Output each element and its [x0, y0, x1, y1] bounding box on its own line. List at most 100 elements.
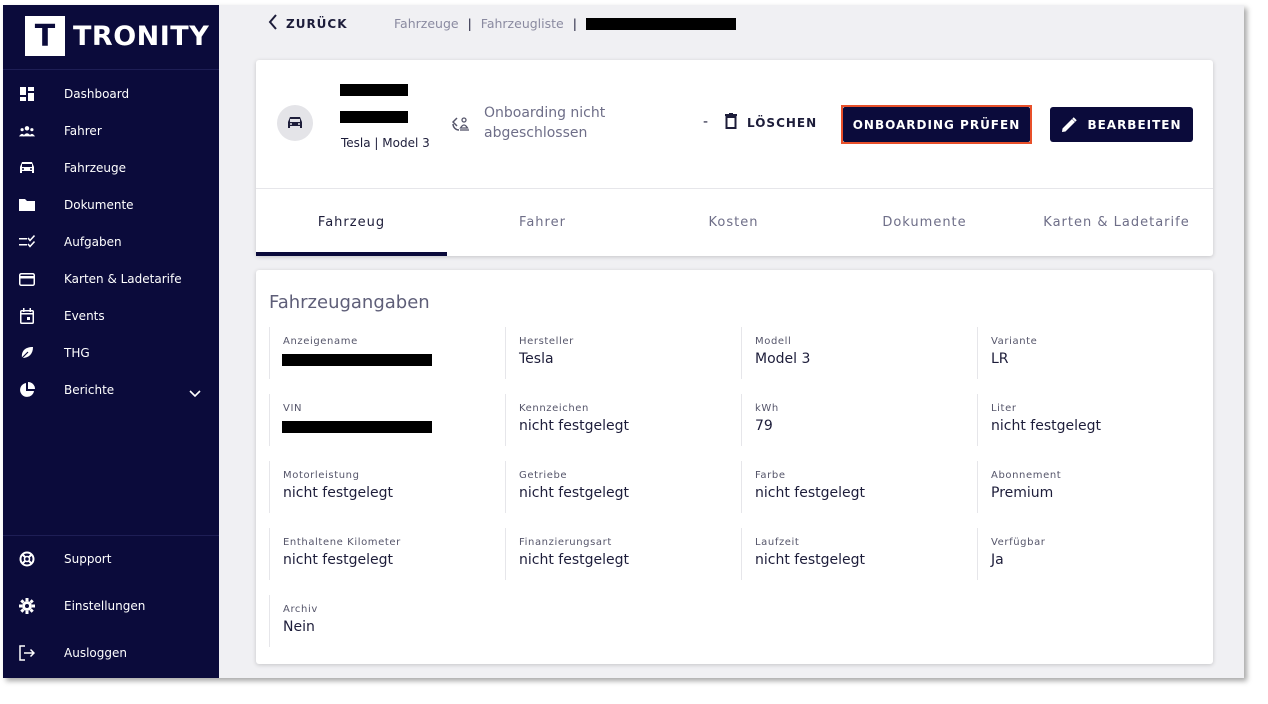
people-icon — [19, 123, 35, 139]
field-verfügbar: Verfügbar Ja — [977, 528, 1207, 580]
back-label: ZURÜCK — [286, 17, 348, 31]
car-icon — [288, 117, 302, 128]
field-label: kWh — [755, 403, 779, 414]
back-button[interactable]: ZURÜCK — [268, 14, 348, 34]
chevron-down-icon[interactable] — [189, 383, 201, 402]
sidebar-item-documents[interactable]: Dokumente — [3, 190, 219, 220]
card-icon — [19, 271, 35, 287]
field-label: Abonnement — [991, 470, 1062, 481]
tab-drivers[interactable]: Fahrer — [447, 189, 638, 256]
logo[interactable]: T TRONITY — [25, 16, 209, 56]
field-finanzierungsart: Finanzierungsart nicht festgelegt — [505, 528, 735, 580]
sidebar-item-label: THG — [64, 346, 90, 360]
sidebar-item-tasks[interactable]: Aufgaben — [3, 227, 219, 257]
field-value: LR — [991, 351, 1009, 367]
main-content: ZURÜCK Fahrzeuge | Fahrzeugliste | Tesla… — [219, 5, 1244, 678]
field-label: Hersteller — [519, 336, 574, 347]
logout-icon — [19, 645, 35, 661]
field-value: nicht festgelegt — [283, 552, 393, 568]
redacted-vehicle-name — [585, 17, 736, 30]
field-label: Kennzeichen — [519, 403, 589, 414]
logo-text: TRONITY — [73, 20, 210, 52]
field-label: Liter — [991, 403, 1017, 414]
field-variante: Variante LR — [977, 327, 1207, 379]
field-value: nicht festgelegt — [991, 418, 1101, 434]
field-vin: VIN — [269, 394, 499, 446]
sidebar-item-label: Karten & Ladetarife — [64, 272, 182, 286]
sidebar-item-label: Support — [64, 552, 112, 566]
breadcrumb: Fahrzeuge | Fahrzeugliste | — [394, 16, 736, 31]
vehicle-subtitle: Tesla | Model 3 — [341, 136, 430, 150]
redacted-title — [340, 111, 408, 123]
redacted-title — [340, 84, 408, 96]
pie-chart-icon — [19, 382, 35, 398]
sidebar-item-drivers[interactable]: Fahrer — [3, 116, 219, 146]
calendar-icon — [19, 308, 35, 324]
sidebar-item-thg[interactable]: THG — [3, 338, 219, 368]
field-value: nicht festgelegt — [283, 485, 393, 501]
sidebar-item-vehicles[interactable]: Fahrzeuge — [3, 153, 219, 183]
edit-button[interactable]: BEARBEITEN — [1050, 107, 1193, 142]
sidebar-item-label: Fahrer — [64, 124, 102, 138]
tab-documents[interactable]: Dokumente — [829, 189, 1020, 256]
chevron-left-icon — [268, 14, 278, 34]
delete-button[interactable]: LÖSCHEN — [725, 113, 817, 133]
field-getriebe: Getriebe nicht festgelegt — [505, 461, 735, 513]
field-value: nicht festgelegt — [519, 552, 629, 568]
section-title: Fahrzeugangaben — [269, 292, 430, 313]
sidebar-item-support[interactable]: Support — [3, 544, 219, 574]
check-onboarding-button[interactable]: ONBOARDING PRÜFEN — [843, 107, 1030, 142]
vehicle-avatar — [277, 105, 313, 141]
breadcrumb-item-vehicle-list[interactable]: Fahrzeugliste — [481, 16, 564, 31]
logo-mark: T — [25, 16, 65, 56]
field-label: Motorleistung — [283, 470, 360, 481]
field-label: Modell — [755, 336, 792, 347]
dashboard-icon — [19, 86, 35, 102]
tab-cards-tariffs[interactable]: Karten & Ladetarife — [1020, 189, 1213, 256]
onboarding-status-icon — [451, 115, 470, 135]
tab-costs[interactable]: Kosten — [638, 189, 829, 256]
sidebar-item-label: Dokumente — [64, 198, 134, 212]
top-bar: ZURÜCK Fahrzeuge | Fahrzeugliste | — [219, 5, 1244, 41]
pencil-icon — [1062, 116, 1078, 132]
sidebar-item-label: Einstellungen — [64, 599, 146, 613]
active-tab-indicator — [256, 252, 447, 256]
leaf-icon — [19, 345, 35, 361]
sidebar-item-cards[interactable]: Karten & Ladetarife — [3, 264, 219, 294]
breadcrumb-separator: | — [467, 16, 472, 31]
field-label: Verfügbar — [991, 537, 1046, 548]
sidebar-divider — [3, 69, 219, 70]
sidebar-item-label: Dashboard — [64, 87, 130, 101]
sidebar-item-label: Aufgaben — [64, 235, 122, 249]
sidebar-item-logout[interactable]: Ausloggen — [3, 638, 219, 668]
trash-icon — [725, 113, 737, 133]
field-value: Model 3 — [755, 351, 811, 367]
field-value: nicht festgelegt — [755, 552, 865, 568]
sidebar-item-dashboard[interactable]: Dashboard — [3, 79, 219, 109]
breadcrumb-separator: | — [572, 16, 577, 31]
field-value: Tesla — [519, 351, 554, 367]
vehicle-header-card: Tesla | Model 3 Onboarding nicht abgesch… — [256, 60, 1213, 256]
support-icon — [19, 551, 35, 567]
app-window: T TRONITY Dashboard Fahrer Fahrzeuge Dok… — [3, 5, 1244, 678]
field-label: Enthaltene Kilometer — [283, 537, 401, 548]
field-farbe: Farbe nicht festgelegt — [741, 461, 971, 513]
field-value: nicht festgelegt — [755, 485, 865, 501]
field-label: Anzeigename — [283, 336, 358, 347]
field-label: Finanzierungsart — [519, 537, 612, 548]
sidebar-item-events[interactable]: Events — [3, 301, 219, 331]
sidebar-item-reports[interactable]: Berichte — [3, 375, 219, 405]
status-dash: - — [703, 114, 709, 130]
field-kennzeichen: Kennzeichen nicht festgelegt — [505, 394, 735, 446]
sidebar-item-settings[interactable]: Einstellungen — [3, 591, 219, 621]
field-value: Premium — [991, 485, 1054, 501]
sidebar-item-label: Ausloggen — [64, 646, 127, 660]
field-kwh: kWh 79 — [741, 394, 971, 446]
tab-vehicle[interactable]: Fahrzeug — [256, 189, 447, 256]
delete-label: LÖSCHEN — [747, 116, 818, 130]
onboarding-status: Onboarding nicht abgeschlossen — [484, 105, 606, 141]
sidebar-item-label: Events — [64, 309, 105, 323]
breadcrumb-item-vehicles[interactable]: Fahrzeuge — [394, 16, 459, 31]
sidebar-item-label: Berichte — [64, 383, 115, 397]
folder-icon — [19, 197, 35, 213]
